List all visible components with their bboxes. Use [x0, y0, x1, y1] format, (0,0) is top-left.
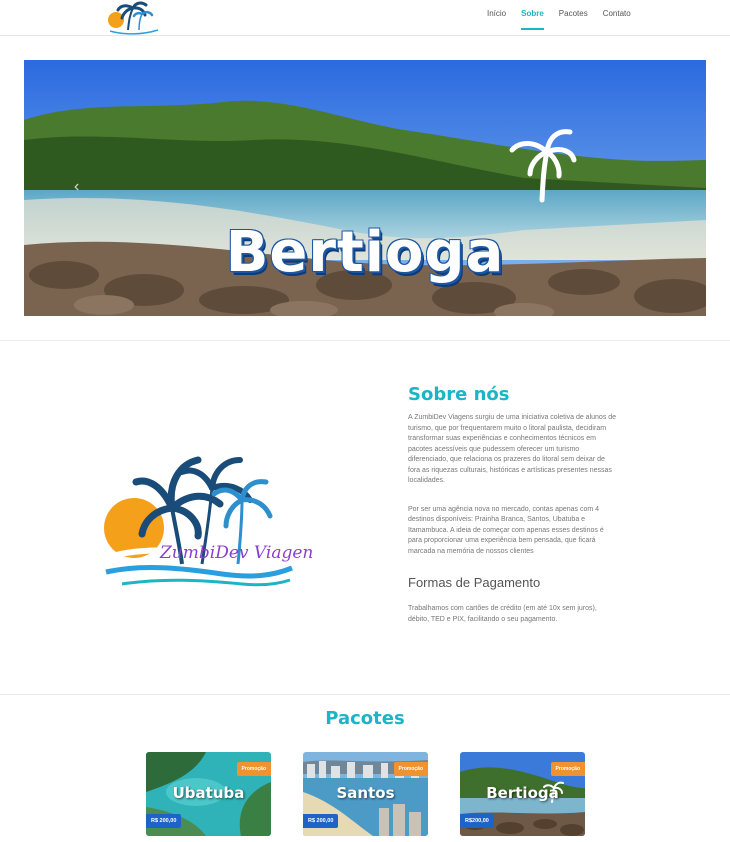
package-name: Ubatuba [172, 784, 245, 802]
section-divider [0, 694, 730, 695]
package-name: Santos [336, 784, 395, 802]
package-price: R$ 200,00 [146, 814, 182, 828]
site-logo[interactable] [106, 0, 162, 36]
hero-title: Bertioga [225, 220, 505, 285]
top-navbar: Início Sobre Pacotes Contato [0, 0, 730, 36]
package-price: R$200,00 [460, 814, 494, 828]
nav-link-pacotes[interactable]: Pacotes [559, 9, 588, 18]
package-card-santos[interactable]: Promoção Santos R$ 200,00 [303, 752, 428, 836]
about-logo: ZumbiDev Viagens [102, 438, 322, 590]
payment-text: Trabalhamos com cartões de crédito (em a… [408, 605, 597, 623]
package-name: Bertioga [486, 784, 559, 802]
nav-link-sobre[interactable]: Sobre [521, 9, 544, 30]
about-paragraph-1: A ZumbiDev Viagens surgiu de uma iniciat… [408, 414, 617, 484]
nav-link-contato[interactable]: Contato [603, 9, 631, 18]
nav-links: Início Sobre Pacotes Contato [487, 9, 646, 30]
chevron-left-icon[interactable]: ‹ [74, 178, 79, 196]
section-divider [0, 340, 730, 341]
package-card-bertioga[interactable]: Promoção Bertioga R$200,00 [460, 752, 585, 836]
promo-badge: Promoção [393, 762, 428, 776]
payment-heading: Formas de Pagamento [408, 575, 541, 590]
about-paragraph-2: Por ser uma agência nova no mercado, con… [408, 505, 604, 555]
hero-carousel[interactable]: ‹ Bertioga [24, 60, 706, 316]
about-section: Sobre nós A ZumbiDev Viagens surgiu de u… [408, 384, 618, 643]
promo-badge: Promoção [236, 762, 271, 776]
package-price: R$ 200,00 [303, 814, 339, 828]
promo-badge: Promoção [550, 762, 585, 776]
about-heading: Sobre nós [408, 384, 510, 405]
nav-link-inicio[interactable]: Início [487, 9, 506, 18]
pacotes-heading: Pacotes [325, 708, 405, 729]
package-card-ubatuba[interactable]: Promoção Ubatuba R$ 200,00 [146, 752, 271, 836]
logo-text: ZumbiDev Viagens [159, 543, 312, 563]
